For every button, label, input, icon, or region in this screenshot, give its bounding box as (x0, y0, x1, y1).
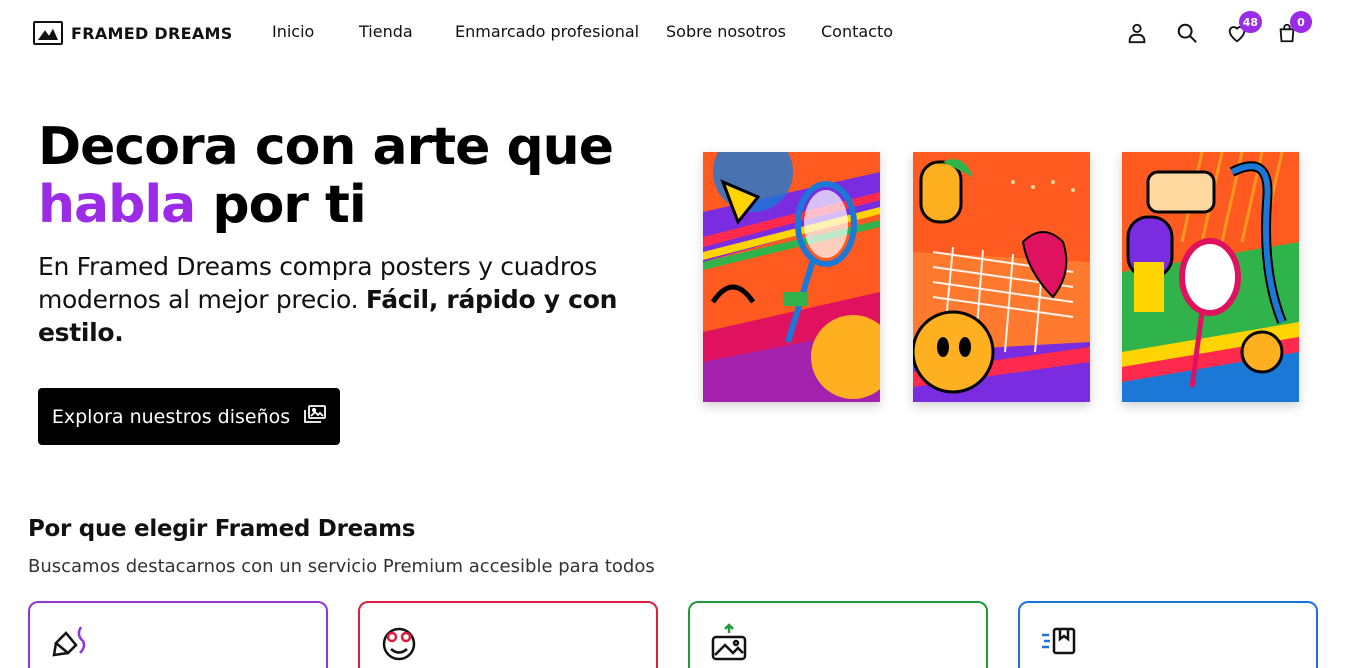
wishlist-icon[interactable]: 48 (1224, 11, 1262, 46)
feature-card-satisfaction (358, 601, 658, 668)
fast-frame-icon (1040, 623, 1078, 661)
logo-frame-icon (33, 21, 63, 45)
account-icon[interactable] (1124, 20, 1150, 46)
poster-image-1[interactable] (703, 152, 880, 402)
explore-designs-label: Explora nuestros diseños (51, 405, 291, 428)
nav-item-enmarcado[interactable]: Enmarcado profesional (455, 22, 639, 41)
nav-item-contacto[interactable]: Contacto (821, 22, 893, 41)
hero-title-accent: habla (38, 175, 196, 235)
why-section-title: Por que elegir Framed Dreams (28, 516, 416, 542)
why-section-subtitle: Buscamos destacarnos con un servicio Pre… (28, 556, 655, 577)
image-upload-icon (710, 623, 748, 661)
wishlist-count-badge: 48 (1238, 11, 1262, 33)
hero-title-rest: por ti (195, 175, 366, 235)
hero-title: Decora con arte que habla por ti (38, 118, 658, 234)
star-eyes-face-icon (380, 623, 418, 661)
cart-icon[interactable]: 0 (1274, 11, 1312, 46)
hero-subtitle: En Framed Dreams compra posters y cuadro… (38, 250, 638, 349)
brand-logo[interactable]: FRAMED DREAMS (33, 20, 233, 46)
cart-count-badge: 0 (1290, 11, 1312, 33)
poster-image-3[interactable] (1122, 152, 1299, 402)
gallery-icon (304, 405, 327, 428)
nav-item-tienda[interactable]: Tienda (359, 22, 413, 41)
poster-image-2[interactable] (913, 152, 1090, 402)
nav-item-sobre-nosotros[interactable]: Sobre nosotros (666, 22, 786, 41)
feature-card-fast-delivery (1018, 601, 1318, 668)
hero-title-line1: Decora con arte que (38, 117, 614, 177)
search-icon[interactable] (1174, 20, 1200, 46)
feature-card-custom-image (688, 601, 988, 668)
explore-designs-button[interactable]: Explora nuestros diseños (38, 388, 340, 445)
feature-card-design (28, 601, 328, 668)
nav-item-inicio[interactable]: Inicio (272, 22, 314, 41)
brand-name: FRAMED DREAMS (71, 23, 233, 43)
site-header: FRAMED DREAMS Inicio Tienda Enmarcado pr… (0, 0, 1346, 66)
brush-icon (50, 623, 88, 661)
